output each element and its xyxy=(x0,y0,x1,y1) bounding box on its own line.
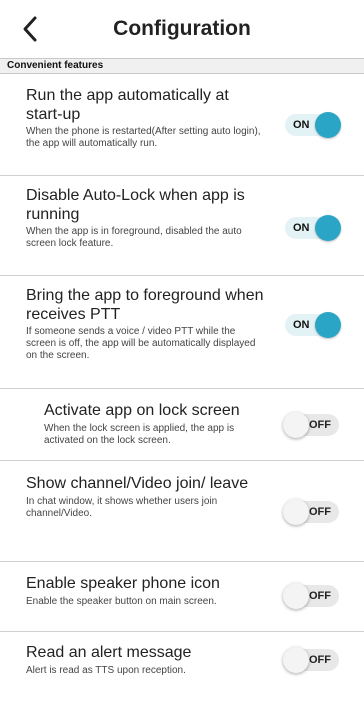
toggle-knob xyxy=(283,583,309,609)
setting-title: Disable Auto-Lock when app is running xyxy=(26,187,245,223)
setting-description: In chat window, it shows whether users j… xyxy=(26,495,218,519)
lock-screen-toggle[interactable]: OFF xyxy=(283,412,339,438)
toggle-knob xyxy=(315,112,341,138)
toggle-knob xyxy=(315,215,341,241)
setting-title: Activate app on lock screen xyxy=(44,402,240,419)
setting-read-alert: Read an alert message Alert is read as T… xyxy=(0,632,364,702)
setting-description: Enable the speaker button on main screen… xyxy=(26,595,217,607)
disable-autolock-toggle[interactable]: ON xyxy=(285,215,341,241)
setting-disable-autolock: Disable Auto-Lock when app is running Wh… xyxy=(0,176,364,276)
read-alert-toggle[interactable]: OFF xyxy=(283,647,339,673)
header-bar: Configuration xyxy=(0,0,364,58)
toggle-knob xyxy=(283,647,309,673)
toggle-state-label: ON xyxy=(293,222,310,234)
toggle-state-label: ON xyxy=(293,119,310,131)
setting-title: Show channel/Video join/ leave xyxy=(26,475,249,492)
setting-channel-join: Show channel/Video join/ leave In chat w… xyxy=(0,461,364,562)
setting-title: Bring the app to foreground when receive… xyxy=(26,287,264,323)
section-header: Convenient features xyxy=(0,58,364,74)
autostart-toggle[interactable]: ON xyxy=(285,112,341,138)
toggle-knob xyxy=(315,312,341,338)
setting-description: When the app is in foreground, disabled … xyxy=(26,226,242,249)
page-title: Configuration xyxy=(113,17,251,40)
foreground-ptt-toggle[interactable]: ON xyxy=(285,312,341,338)
channel-join-toggle[interactable]: OFF xyxy=(283,499,339,525)
setting-autostart: Run the app automatically at start-up Wh… xyxy=(0,74,364,176)
setting-title: Read an alert message xyxy=(26,644,192,661)
setting-lock-screen: Activate app on lock screen When the loc… xyxy=(0,389,364,461)
setting-description: When the phone is restarted(After settin… xyxy=(26,126,261,149)
toggle-knob xyxy=(283,412,309,438)
setting-description: If someone sends a voice / video PTT whi… xyxy=(26,326,256,361)
setting-title: Run the app automatically at start-up xyxy=(26,87,229,123)
setting-description: Alert is read as TTS upon reception. xyxy=(26,664,186,676)
toggle-state-label: OFF xyxy=(309,506,331,518)
toggle-state-label: OFF xyxy=(309,419,331,431)
setting-description: When the lock screen is applied, the app… xyxy=(44,422,235,446)
toggle-state-label: OFF xyxy=(309,654,331,666)
setting-foreground-ptt: Bring the app to foreground when receive… xyxy=(0,276,364,389)
toggle-knob xyxy=(283,499,309,525)
speaker-icon-toggle[interactable]: OFF xyxy=(283,583,339,609)
setting-title: Enable speaker phone icon xyxy=(26,575,220,592)
setting-speaker-icon: Enable speaker phone icon Enable the spe… xyxy=(0,562,364,632)
toggle-state-label: OFF xyxy=(309,590,331,602)
chevron-left-icon[interactable] xyxy=(20,15,42,43)
toggle-state-label: ON xyxy=(293,319,310,331)
